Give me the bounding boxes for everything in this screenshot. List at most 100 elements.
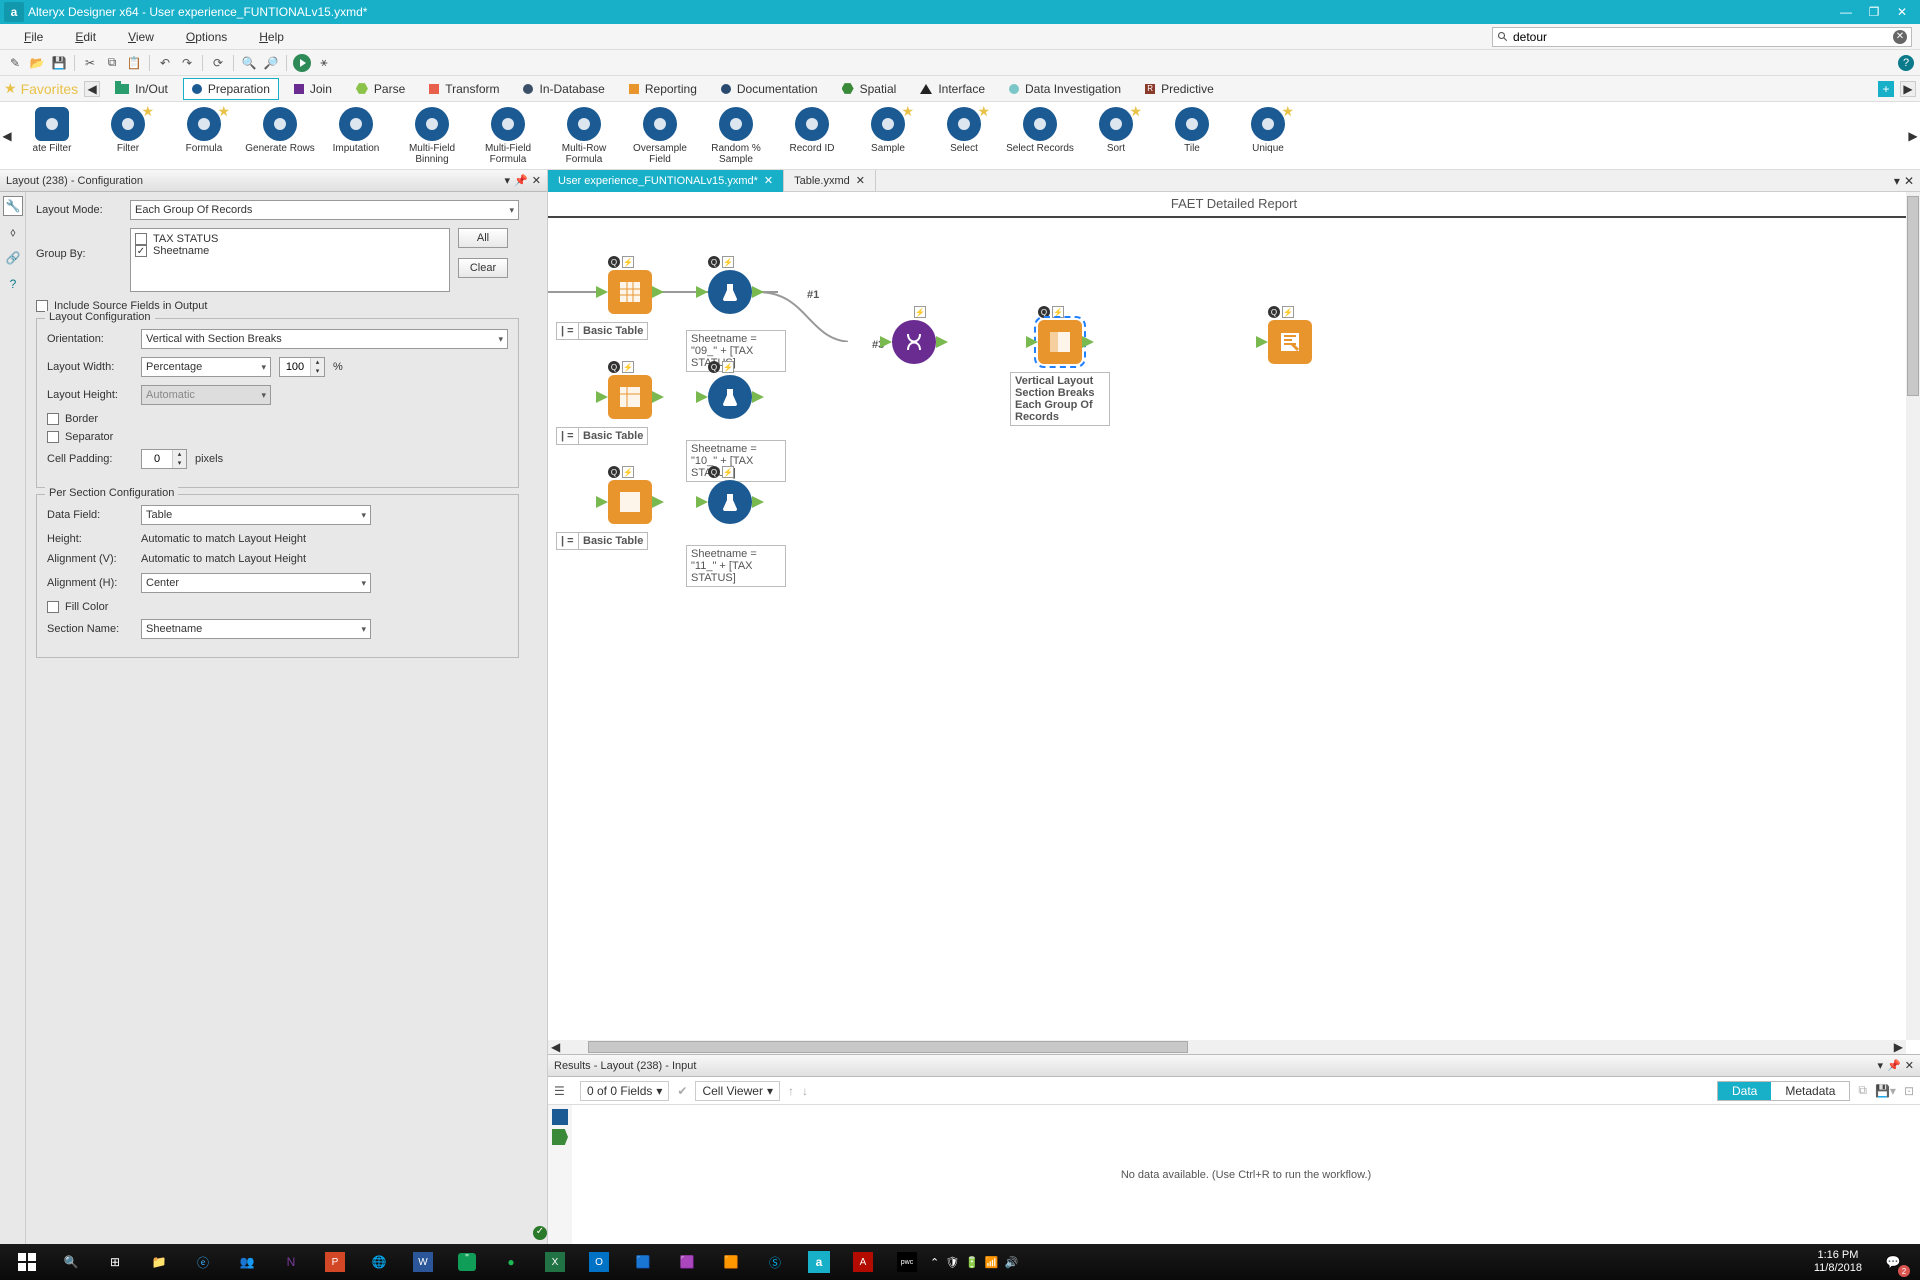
outlook-icon[interactable]: O: [578, 1247, 620, 1277]
separator-checkbox[interactable]: Separator: [47, 431, 508, 443]
metadata-tab[interactable]: Metadata: [1771, 1082, 1849, 1100]
cat-preparation[interactable]: Preparation: [183, 78, 279, 100]
close-tab-icon[interactable]: ✕: [764, 174, 773, 187]
tool-ate-filter[interactable]: ate Filter: [14, 107, 90, 165]
layout-width-value[interactable]: ▴▾: [279, 357, 325, 377]
results-fields-dropdown[interactable]: 0 of 0 Fields ▾: [580, 1081, 669, 1101]
minimize-button[interactable]: —: [1832, 2, 1860, 22]
tools-scroll-left[interactable]: ◀: [0, 106, 14, 166]
data-tab[interactable]: Data: [1718, 1082, 1771, 1100]
config-tab-main[interactable]: 🔧: [3, 196, 23, 216]
tool-oversample-field[interactable]: Oversample Field: [622, 107, 698, 165]
results-menu-icon[interactable]: ▾: [1878, 1059, 1884, 1072]
layout-width-select[interactable]: Percentage▾: [141, 357, 271, 377]
word-icon[interactable]: W: [402, 1247, 444, 1277]
save-results-icon[interactable]: 💾▾: [1875, 1084, 1896, 1098]
new-icon[interactable]: ✎: [6, 54, 24, 72]
border-checkbox[interactable]: Border: [47, 413, 508, 425]
data-metadata-toggle[interactable]: Data Metadata: [1717, 1081, 1850, 1101]
cat-datainv[interactable]: Data Investigation: [1000, 78, 1130, 100]
spotify-icon[interactable]: ●: [490, 1247, 532, 1277]
tool-generate-rows[interactable]: Generate Rows: [242, 107, 318, 165]
wand-icon[interactable]: ⚹: [315, 54, 333, 72]
tool-multi-row-formula[interactable]: Multi-Row Formula: [546, 107, 622, 165]
wifi-icon[interactable]: 📶: [985, 1256, 999, 1269]
tools-scroll-right[interactable]: ▶: [1906, 106, 1920, 166]
doc-tab-2[interactable]: Table.yxmd✕: [784, 170, 876, 192]
notifications-icon[interactable]: 💬2: [1872, 1247, 1914, 1277]
cat-inout[interactable]: In/Out: [106, 78, 177, 100]
cat-documentation[interactable]: Documentation: [712, 78, 827, 100]
search-clear-button[interactable]: ✕: [1893, 30, 1907, 44]
tool-random-sample[interactable]: Random % Sample: [698, 107, 774, 165]
skype-icon[interactable]: Ⓢ: [754, 1247, 796, 1277]
search-input[interactable]: [1513, 30, 1893, 44]
results-check-icon[interactable]: ✔: [677, 1084, 687, 1098]
menu-edit[interactable]: Edit: [59, 30, 112, 44]
tabs-close-icon[interactable]: ✕: [1904, 174, 1914, 188]
cat-transform[interactable]: Transform: [420, 78, 508, 100]
copy-icon[interactable]: ⧉: [103, 54, 121, 72]
cell-viewer-dropdown[interactable]: Cell Viewer ▾: [695, 1081, 780, 1101]
copy-icon[interactable]: ⧉: [1858, 1083, 1867, 1098]
res-tab-all[interactable]: [552, 1109, 568, 1125]
favorites-tab[interactable]: ★ Favorites: [4, 80, 78, 97]
refresh-icon[interactable]: ⟳: [209, 54, 227, 72]
cat-nav-right[interactable]: ▶: [1900, 81, 1916, 97]
canvas-hscrollbar[interactable]: ◀▶: [548, 1040, 1906, 1054]
start-button[interactable]: [6, 1247, 48, 1277]
config-tab-help[interactable]: ?: [3, 274, 23, 294]
table-node-2[interactable]: Q⚡: [608, 375, 652, 419]
tool-multi-field-binning[interactable]: Multi-Field Binning: [394, 107, 470, 165]
formula-node-1[interactable]: Q⚡: [708, 270, 752, 314]
res-tab-msg[interactable]: [552, 1129, 568, 1145]
tool-formula[interactable]: ★Formula: [166, 107, 242, 165]
menu-options[interactable]: Options: [170, 30, 243, 44]
hangouts-icon[interactable]: ": [446, 1247, 488, 1277]
config-apply-icon[interactable]: ✓: [533, 1226, 547, 1240]
layout-mode-select[interactable]: Each Group Of Records▾: [130, 200, 519, 220]
tool-sort[interactable]: ★Sort: [1078, 107, 1154, 165]
ie-icon[interactable]: ⓔ: [182, 1247, 224, 1277]
help-icon[interactable]: ?: [1898, 55, 1914, 71]
tool-filter[interactable]: ★Filter: [90, 107, 166, 165]
sort-asc-icon[interactable]: ↑: [788, 1084, 794, 1098]
results-close-icon[interactable]: ✕: [1905, 1059, 1914, 1072]
acrobat-icon[interactable]: A: [842, 1247, 884, 1277]
panel-close-icon[interactable]: ✕: [532, 174, 541, 187]
shield-icon[interactable]: 🛡: [945, 1256, 959, 1269]
undo-icon[interactable]: ↶: [156, 54, 174, 72]
layout-node[interactable]: Q⚡: [1038, 320, 1082, 364]
orientation-select[interactable]: Vertical with Section Breaks▾: [141, 329, 508, 349]
cat-parse[interactable]: Parse: [347, 78, 414, 100]
excel-icon[interactable]: X: [534, 1247, 576, 1277]
tool-record-id[interactable]: Record ID: [774, 107, 850, 165]
align-h-select[interactable]: Center▾: [141, 573, 371, 593]
tool-select[interactable]: ★Select: [926, 107, 1002, 165]
menu-help[interactable]: Help: [243, 30, 300, 44]
taskbar-clock[interactable]: 1:16 PM11/8/2018: [1806, 1249, 1870, 1275]
volume-icon[interactable]: 🔊: [1005, 1256, 1019, 1269]
cat-nav-left[interactable]: ◀: [84, 81, 100, 97]
tool-imputation[interactable]: Imputation: [318, 107, 394, 165]
search-box[interactable]: ✕: [1492, 27, 1912, 47]
chrome-icon[interactable]: 🌐: [358, 1247, 400, 1277]
tray-up-icon[interactable]: ⌃: [930, 1256, 939, 1269]
teams-icon[interactable]: 👥: [226, 1247, 268, 1277]
cat-add-button[interactable]: +: [1878, 81, 1894, 97]
formula-node-3[interactable]: Q⚡: [708, 480, 752, 524]
cat-predictive[interactable]: RPredictive: [1136, 78, 1223, 100]
cell-padding-value[interactable]: ▴▾: [141, 449, 187, 469]
canvas-vscrollbar[interactable]: [1906, 192, 1920, 1040]
search-taskbar-icon[interactable]: 🔍: [50, 1247, 92, 1277]
cat-indb[interactable]: In-Database: [514, 78, 613, 100]
app-icon[interactable]: 🟦: [622, 1247, 664, 1277]
app-icon-2[interactable]: 🟪: [666, 1247, 708, 1277]
group-by-listbox[interactable]: TAX STATUS ✓Sheetname: [130, 228, 450, 292]
formula-node-2[interactable]: Q⚡: [708, 375, 752, 419]
menu-file[interactable]: File: [8, 30, 59, 44]
results-list-icon[interactable]: ☰: [554, 1084, 572, 1098]
cat-reporting[interactable]: Reporting: [620, 78, 706, 100]
clear-button[interactable]: Clear: [458, 258, 508, 278]
tool-select-records[interactable]: Select Records: [1002, 107, 1078, 165]
